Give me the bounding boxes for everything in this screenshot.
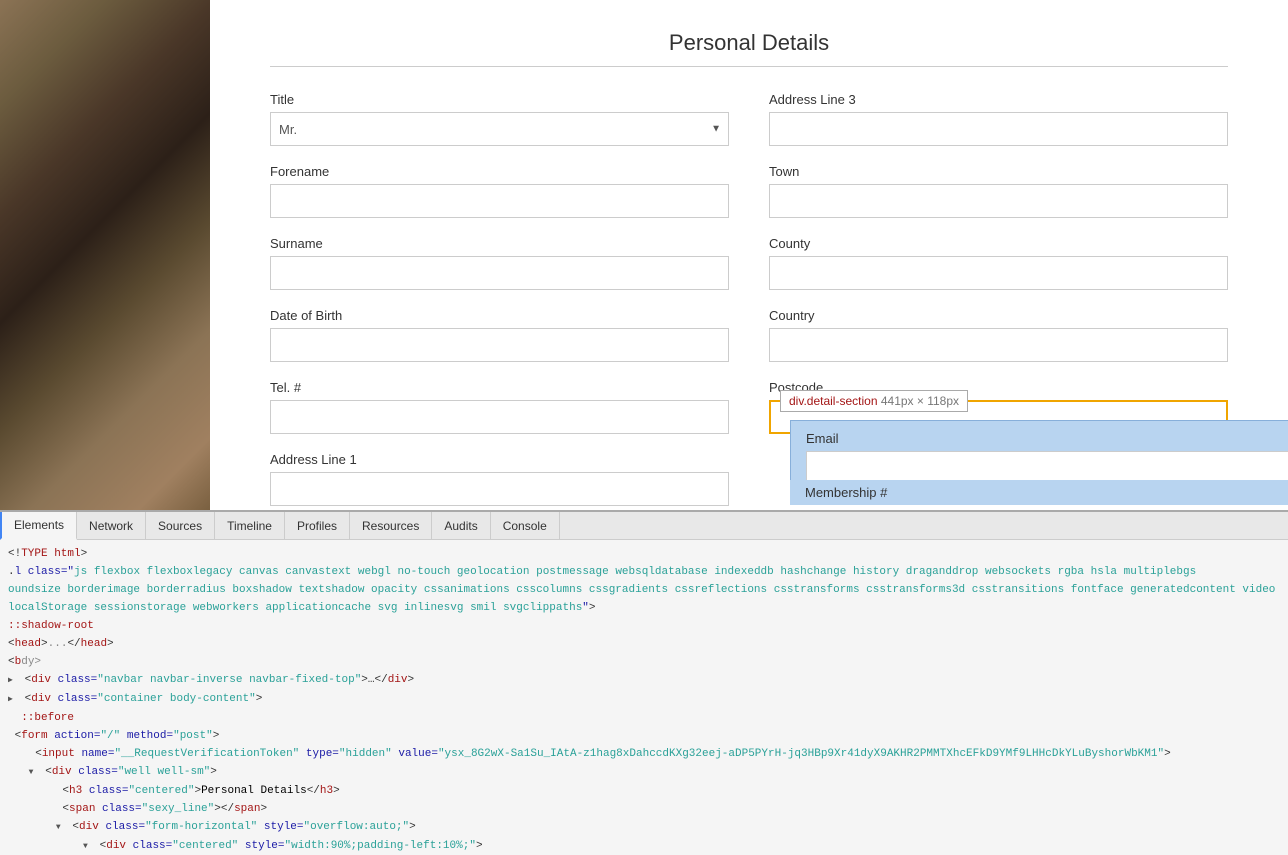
- code-line-8: <div class="navbar navbar-inverse navbar…: [8, 671, 1280, 690]
- town-group: Town: [769, 164, 1228, 218]
- tab-resources[interactable]: Resources: [350, 512, 432, 539]
- address3-input[interactable]: [769, 112, 1228, 146]
- country-input[interactable]: [769, 328, 1228, 362]
- tab-network[interactable]: Network: [77, 512, 146, 539]
- tab-timeline-label: Timeline: [227, 519, 272, 533]
- devtools-panel: Elements Network Sources Timeline Profil…: [0, 510, 1288, 855]
- code-line-2: .l class="js flexbox flexboxlegacy canva…: [8, 563, 1280, 581]
- tab-elements-label: Elements: [14, 518, 64, 532]
- town-input[interactable]: [769, 184, 1228, 218]
- code-line-11: <form action="/" method="post">: [8, 727, 1280, 745]
- tab-elements[interactable]: Elements: [0, 512, 77, 540]
- email-label: Email: [806, 431, 1288, 446]
- county-label: County: [769, 236, 1228, 251]
- dob-label: Date of Birth: [270, 308, 729, 323]
- tab-sources-label: Sources: [158, 519, 202, 533]
- element-tooltip: div.detail-section 441px × 118px: [780, 390, 968, 412]
- surname-label: Surname: [270, 236, 729, 251]
- dob-input[interactable]: [270, 328, 729, 362]
- address1-group: Address Line 1: [270, 452, 729, 506]
- forename-group: Forename: [270, 164, 729, 218]
- title-select[interactable]: Mr. Mrs. Ms. Dr.: [270, 112, 729, 146]
- code-line-15: <span class="sexy_line"></span>: [8, 800, 1280, 818]
- title-group: Title Mr. Mrs. Ms. Dr.: [270, 92, 729, 146]
- form-left-column: Title Mr. Mrs. Ms. Dr. Forename: [270, 92, 729, 510]
- surname-input[interactable]: [270, 256, 729, 290]
- country-group: Country: [769, 308, 1228, 362]
- code-line-10: ::before: [8, 709, 1280, 727]
- address1-input[interactable]: [270, 472, 729, 506]
- code-line-13: <div class="well well-sm">: [8, 763, 1280, 782]
- title-label: Title: [270, 92, 729, 107]
- code-line-7: <bdy>: [8, 653, 1280, 671]
- tel-input[interactable]: [270, 400, 729, 434]
- devtools-content[interactable]: <!TYPE html> .l class="js flexbox flexbo…: [0, 540, 1288, 855]
- tab-audits[interactable]: Audits: [432, 512, 490, 539]
- country-label: Country: [769, 308, 1228, 323]
- code-line-9: <div class="container body-content">: [8, 690, 1280, 709]
- code-line-12: <input name="__RequestVerificationToken"…: [8, 745, 1280, 763]
- tab-profiles-label: Profiles: [297, 519, 337, 533]
- town-label: Town: [769, 164, 1228, 179]
- code-line-16: <div class="form-horizontal" style="over…: [8, 818, 1280, 837]
- code-line-6: <head>...</head>: [8, 635, 1280, 653]
- code-line-17: <div class="centered" style="width:90%;p…: [8, 837, 1280, 855]
- tab-console-label: Console: [503, 519, 547, 533]
- surname-group: Surname: [270, 236, 729, 290]
- tel-label: Tel. #: [270, 380, 729, 395]
- code-line-14: <h3 class="centered">Personal Details</h…: [8, 782, 1280, 800]
- page-title: Personal Details: [270, 30, 1228, 56]
- tab-audits-label: Audits: [444, 519, 477, 533]
- tel-group: Tel. #: [270, 380, 729, 434]
- code-line-3: oundsize borderimage borderradius boxsha…: [8, 581, 1280, 599]
- browser-area: Personal Details Title Mr. Mrs. Ms. Dr.: [210, 0, 1288, 510]
- address3-group: Address Line 3: [769, 92, 1228, 146]
- code-line-1: <!TYPE html>: [8, 545, 1280, 563]
- tooltip-element-name: div.detail-section: [789, 394, 878, 408]
- address3-label: Address Line 3: [769, 92, 1228, 107]
- county-group: County: [769, 236, 1228, 290]
- background-painting: [0, 0, 210, 510]
- membership-label: Membership #: [805, 485, 887, 500]
- title-divider: [270, 66, 1228, 67]
- address1-label: Address Line 1: [270, 452, 729, 467]
- code-line-4: localStorage sessionstorage webworkers a…: [8, 599, 1280, 617]
- tab-resources-label: Resources: [362, 519, 419, 533]
- tab-sources[interactable]: Sources: [146, 512, 215, 539]
- tooltip-dimensions: 441px × 118px: [881, 394, 959, 408]
- membership-section: Membership #: [790, 480, 1288, 505]
- tab-profiles[interactable]: Profiles: [285, 512, 350, 539]
- tab-console[interactable]: Console: [491, 512, 560, 539]
- title-select-wrapper: Mr. Mrs. Ms. Dr.: [270, 112, 729, 146]
- county-input[interactable]: [769, 256, 1228, 290]
- dob-group: Date of Birth: [270, 308, 729, 362]
- forename-input[interactable]: [270, 184, 729, 218]
- code-line-5: ::shadow-root: [8, 617, 1280, 635]
- tab-timeline[interactable]: Timeline: [215, 512, 285, 539]
- devtools-tabs: Elements Network Sources Timeline Profil…: [0, 512, 1288, 540]
- forename-label: Forename: [270, 164, 729, 179]
- tab-network-label: Network: [89, 519, 133, 533]
